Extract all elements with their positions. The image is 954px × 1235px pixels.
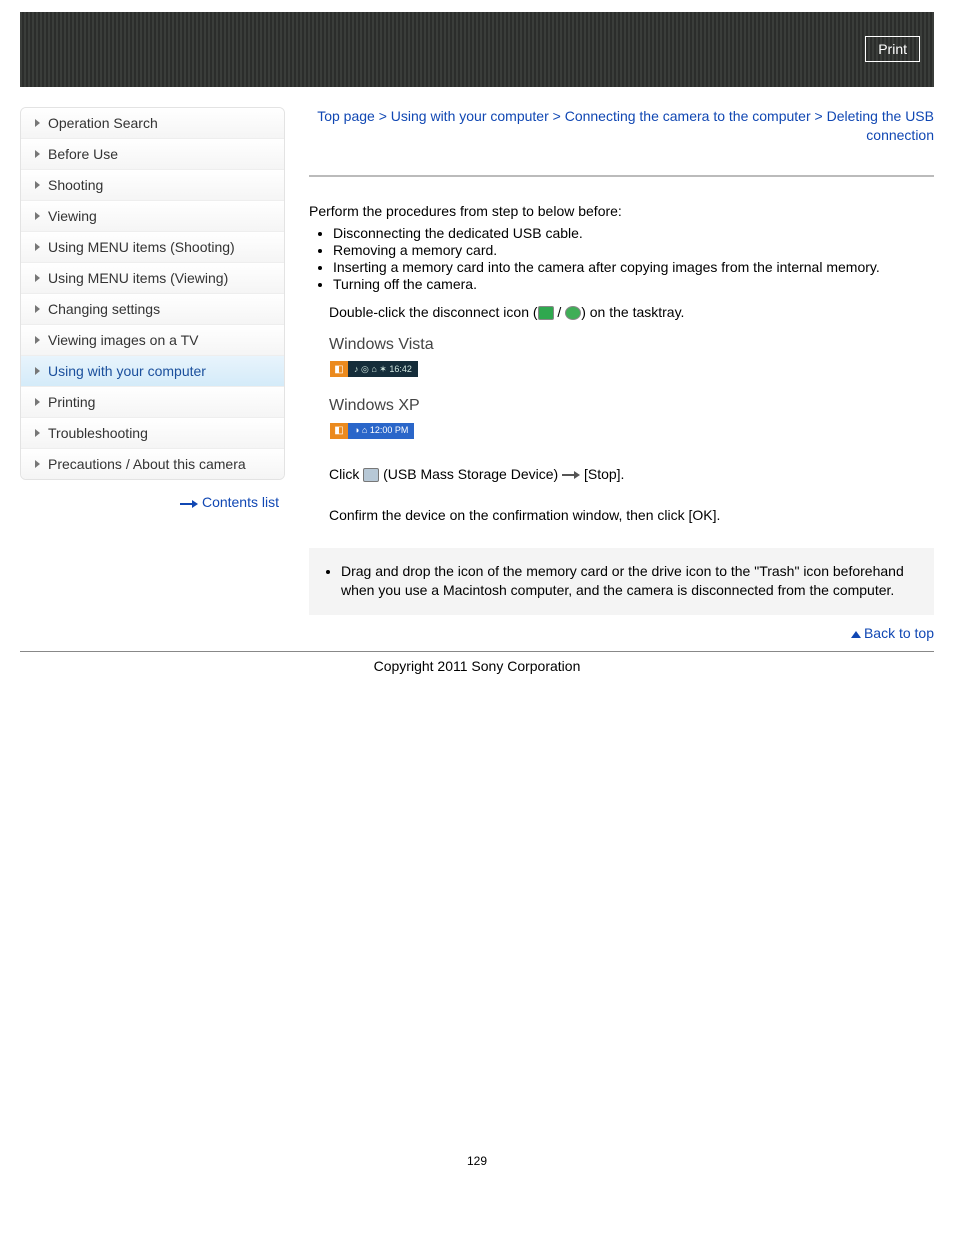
step2-text-a: Click	[329, 466, 363, 482]
arrow-right-icon	[562, 471, 580, 479]
step-1: Double-click the disconnect icon ( / ) o…	[329, 302, 934, 440]
intro-text: Perform the procedures from step to belo…	[309, 203, 934, 219]
step2-text-b: (USB Mass Storage Device)	[379, 466, 562, 482]
sidebar-item-label: Using MENU items (Shooting)	[48, 239, 235, 255]
list-item: Turning off the camera.	[333, 276, 934, 292]
triangle-icon	[35, 460, 40, 468]
sidebar-item-label: Printing	[48, 394, 95, 410]
sidebar-item-label: Changing settings	[48, 301, 160, 317]
sidebar-item-precautions[interactable]: Precautions / About this camera	[21, 449, 284, 479]
nav-list: Operation Search Before Use Shooting Vie…	[20, 107, 285, 480]
step1-text-b: ) on the tasktray.	[581, 304, 684, 320]
breadcrumb-l2[interactable]: Connecting the camera to the computer	[565, 108, 811, 124]
step-3: Confirm the device on the confirmation w…	[329, 505, 934, 526]
disconnect-icon-vista	[538, 306, 554, 320]
breadcrumb-sep: >	[375, 108, 391, 124]
triangle-icon	[35, 336, 40, 344]
arrow-right-icon	[180, 495, 198, 511]
triangle-icon	[35, 150, 40, 158]
step3-text: Confirm the device on the confirmation w…	[329, 505, 934, 526]
sidebar-item-operation-search[interactable]: Operation Search	[21, 108, 284, 139]
breadcrumb: Top page > Using with your computer > Co…	[309, 107, 934, 145]
sidebar-item-label: Operation Search	[48, 115, 158, 131]
disconnect-icon-xp	[565, 306, 581, 320]
os-label-vista: Windows Vista	[329, 333, 934, 357]
sidebar-item-label: Before Use	[48, 146, 118, 162]
contents-list-link[interactable]: Contents list	[202, 494, 279, 510]
tasktray-rest: ♪ ◎ ⌂ ✶ 16:42	[348, 361, 418, 377]
up-triangle-icon	[851, 631, 861, 638]
sidebar-item-before-use[interactable]: Before Use	[21, 139, 284, 170]
sidebar-item-label: Using with your computer	[48, 363, 206, 379]
sidebar-item-using-computer[interactable]: Using with your computer	[21, 356, 284, 387]
header-bar: Print	[20, 12, 934, 87]
list-item: Disconnecting the dedicated USB cable.	[333, 225, 934, 241]
sidebar-item-label: Troubleshooting	[48, 425, 148, 441]
sidebar-item-label: Using MENU items (Viewing)	[48, 270, 228, 286]
step2-text-c: [Stop].	[580, 466, 624, 482]
sidebar-item-troubleshooting[interactable]: Troubleshooting	[21, 418, 284, 449]
copyright-text: Copyright 2011 Sony Corporation	[20, 658, 934, 674]
back-to-top-row: Back to top	[309, 625, 934, 641]
sidebar-item-menu-shooting[interactable]: Using MENU items (Shooting)	[21, 232, 284, 263]
sidebar-item-label: Viewing images on a TV	[48, 332, 198, 348]
note-text: Drag and drop the icon of the memory car…	[341, 562, 920, 601]
list-item: Inserting a memory card into the camera …	[333, 259, 934, 275]
tasktray-rest: ◑ ⌂ 12:00 PM	[348, 423, 414, 439]
footer-divider	[20, 651, 934, 652]
note-box: Drag and drop the icon of the memory car…	[309, 548, 934, 615]
sidebar-item-label: Precautions / About this camera	[48, 456, 246, 472]
sidebar-item-viewing-tv[interactable]: Viewing images on a TV	[21, 325, 284, 356]
breadcrumb-sep: >	[549, 108, 565, 124]
triangle-icon	[35, 398, 40, 406]
steps-list: Double-click the disconnect icon ( / ) o…	[309, 302, 934, 526]
breadcrumb-current: Deleting the USB connection	[827, 108, 934, 143]
sidebar-item-menu-viewing[interactable]: Using MENU items (Viewing)	[21, 263, 284, 294]
back-to-top-link[interactable]: Back to top	[864, 625, 934, 641]
divider	[309, 175, 934, 177]
sidebar-item-printing[interactable]: Printing	[21, 387, 284, 418]
sidebar-item-shooting[interactable]: Shooting	[21, 170, 284, 201]
triangle-icon	[35, 429, 40, 437]
triangle-icon	[35, 274, 40, 282]
main-content: Top page > Using with your computer > Co…	[309, 107, 934, 641]
contents-list-row: Contents list	[20, 480, 285, 511]
preconditions-list: Disconnecting the dedicated USB cable. R…	[309, 225, 934, 292]
usb-device-icon	[363, 468, 379, 482]
sidebar-item-viewing[interactable]: Viewing	[21, 201, 284, 232]
tasktray-orange-icon: ◧	[330, 423, 348, 439]
triangle-icon	[35, 181, 40, 189]
breadcrumb-l1[interactable]: Using with your computer	[391, 108, 549, 124]
os-label-xp: Windows XP	[329, 394, 934, 418]
sidebar-item-changing-settings[interactable]: Changing settings	[21, 294, 284, 325]
triangle-icon	[35, 243, 40, 251]
sidebar: Operation Search Before Use Shooting Vie…	[20, 107, 285, 511]
sidebar-item-label: Viewing	[48, 208, 97, 224]
step-2: Click (USB Mass Storage Device) [Stop].	[329, 464, 934, 485]
print-button[interactable]: Print	[865, 36, 920, 62]
triangle-icon	[35, 367, 40, 375]
triangle-icon	[35, 305, 40, 313]
tasktray-xp: ◧◑ ⌂ 12:00 PM	[329, 422, 415, 440]
breadcrumb-sep: >	[811, 108, 827, 124]
breadcrumb-top[interactable]: Top page	[317, 108, 375, 124]
triangle-icon	[35, 119, 40, 127]
tasktray-orange-icon: ◧	[330, 361, 348, 377]
page-number: 129	[20, 1154, 934, 1168]
sidebar-item-label: Shooting	[48, 177, 103, 193]
triangle-icon	[35, 212, 40, 220]
step1-text-a: Double-click the disconnect icon (	[329, 304, 538, 320]
list-item: Removing a memory card.	[333, 242, 934, 258]
tasktray-vista: ◧♪ ◎ ⌂ ✶ 16:42	[329, 360, 419, 378]
